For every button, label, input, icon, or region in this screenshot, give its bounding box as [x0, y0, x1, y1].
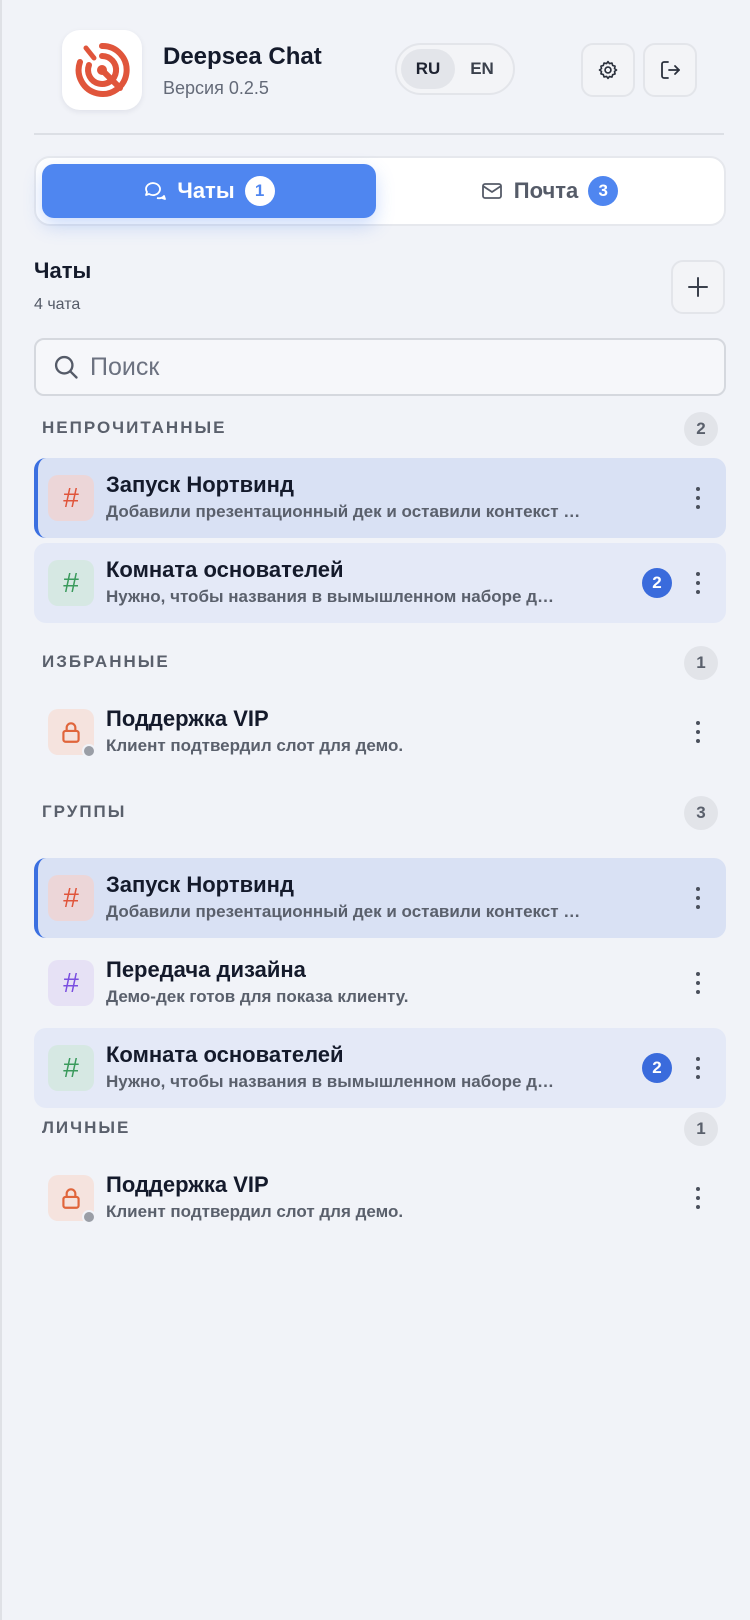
presence-status-dot [82, 1210, 96, 1224]
more-options-icon[interactable] [686, 1178, 710, 1218]
more-options-icon[interactable] [686, 478, 710, 518]
more-options-icon[interactable] [686, 563, 710, 603]
search-icon [54, 355, 78, 379]
chat-name: Комната основателей [106, 1042, 344, 1067]
list-count: 4 чата [34, 296, 81, 313]
chat-list-item[interactable]: Поддержка VIP Клиент подтвердил слот для … [34, 1158, 726, 1238]
tab-chats-label: Чаты [177, 178, 235, 203]
chat-preview: Нужно, чтобы названия в вымышленном набо… [106, 587, 555, 606]
settings-button[interactable] [581, 43, 635, 97]
list-title: Чаты [34, 258, 92, 283]
chat-name: Комната основателей [106, 557, 344, 582]
chat-list-item[interactable]: # Передача дизайна Демо-дек готов для пока… [34, 943, 726, 1023]
new-chat-button[interactable] [671, 260, 725, 314]
chat-preview: Нужно, чтобы названия в вымышленном набо… [106, 1072, 555, 1091]
lang-ru-button[interactable]: RU [401, 49, 455, 89]
more-options-icon[interactable] [686, 1048, 710, 1088]
chat-list-item[interactable]: # Комната основателей Нужно, чтобы названи… [34, 543, 726, 623]
group-count-badge: 1 [684, 1112, 718, 1146]
tab-mail-badge: 3 [588, 176, 619, 206]
view-tabs: Чаты 1 Почта 3 [34, 156, 726, 226]
chat-name: Запуск Нортвинд [106, 472, 294, 497]
plus-icon [688, 277, 708, 297]
more-options-icon[interactable] [686, 878, 710, 918]
tab-chats-badge: 1 [244, 176, 275, 206]
logout-button[interactable] [643, 43, 697, 97]
sidebar-panel: Deepsea Chat Версия 0.2.5 RU EN Чаты 1 П… [0, 0, 750, 1620]
unread-count-badge: 2 [642, 568, 672, 598]
logout-icon [661, 61, 680, 79]
group-label: ГРУППЫ [42, 802, 127, 821]
chat-preview: Добавили презентационный дек и оставили … [106, 502, 581, 521]
group-count-badge: 2 [684, 412, 718, 446]
search-box [34, 338, 726, 396]
tab-chats[interactable]: Чаты 1 [42, 164, 376, 218]
chat-name: Передача дизайна [106, 957, 306, 982]
chat-bubbles-icon [145, 182, 167, 200]
chat-preview: Демо-дек готов для показа клиенту. [106, 987, 409, 1006]
app-title: Deepsea Chat [163, 43, 322, 70]
chat-list-item[interactable]: # Комната основателей Нужно, чтобы названи… [34, 1028, 726, 1108]
group-count-badge: 3 [684, 796, 718, 830]
app-header: Deepsea Chat Версия 0.2.5 RU EN [2, 0, 750, 134]
channel-hash-icon: # [48, 475, 94, 521]
envelope-icon [481, 183, 502, 199]
group-label: ЛИЧНЫЕ [42, 1118, 131, 1137]
search-input[interactable] [90, 352, 690, 382]
group-label: ИЗБРАННЫЕ [42, 652, 170, 671]
tab-mail[interactable]: Почта 3 [382, 164, 716, 218]
chat-list-item[interactable]: Поддержка VIP Клиент подтвердил слот для … [34, 692, 726, 772]
tab-mail-label: Почта [513, 178, 579, 203]
gear-icon [598, 60, 618, 80]
chat-preview: Клиент подтвердил слот для демо. [106, 1202, 404, 1221]
deepsea-logo-icon [75, 42, 130, 97]
more-options-icon[interactable] [686, 963, 710, 1003]
channel-hash-icon: # [48, 960, 94, 1006]
group-count-badge: 1 [684, 646, 718, 680]
channel-hash-icon: # [48, 875, 94, 921]
chat-list-item[interactable]: # Запуск Нортвинд Добавили презентационный… [34, 858, 726, 938]
unread-count-badge: 2 [642, 1053, 672, 1083]
chat-name: Запуск Нортвинд [106, 872, 294, 897]
channel-hash-icon: # [48, 560, 94, 606]
presence-status-dot [82, 744, 96, 758]
app-version: Версия 0.2.5 [163, 78, 269, 98]
app-logo [62, 30, 142, 110]
header-divider [34, 133, 724, 135]
language-switch: RU EN [395, 43, 515, 95]
chat-preview: Клиент подтвердил слот для демо. [106, 736, 404, 755]
group-label: НЕПРОЧИТАННЫЕ [42, 418, 227, 437]
chat-list-item[interactable]: # Запуск Нортвинд Добавили презентационный… [34, 458, 726, 538]
chat-name: Поддержка VIP [106, 706, 269, 731]
more-options-icon[interactable] [686, 712, 710, 752]
lang-en-button[interactable]: EN [455, 49, 509, 89]
channel-hash-icon: # [48, 1045, 94, 1091]
chat-preview: Добавили презентационный дек и оставили … [106, 902, 581, 921]
chat-name: Поддержка VIP [106, 1172, 269, 1197]
